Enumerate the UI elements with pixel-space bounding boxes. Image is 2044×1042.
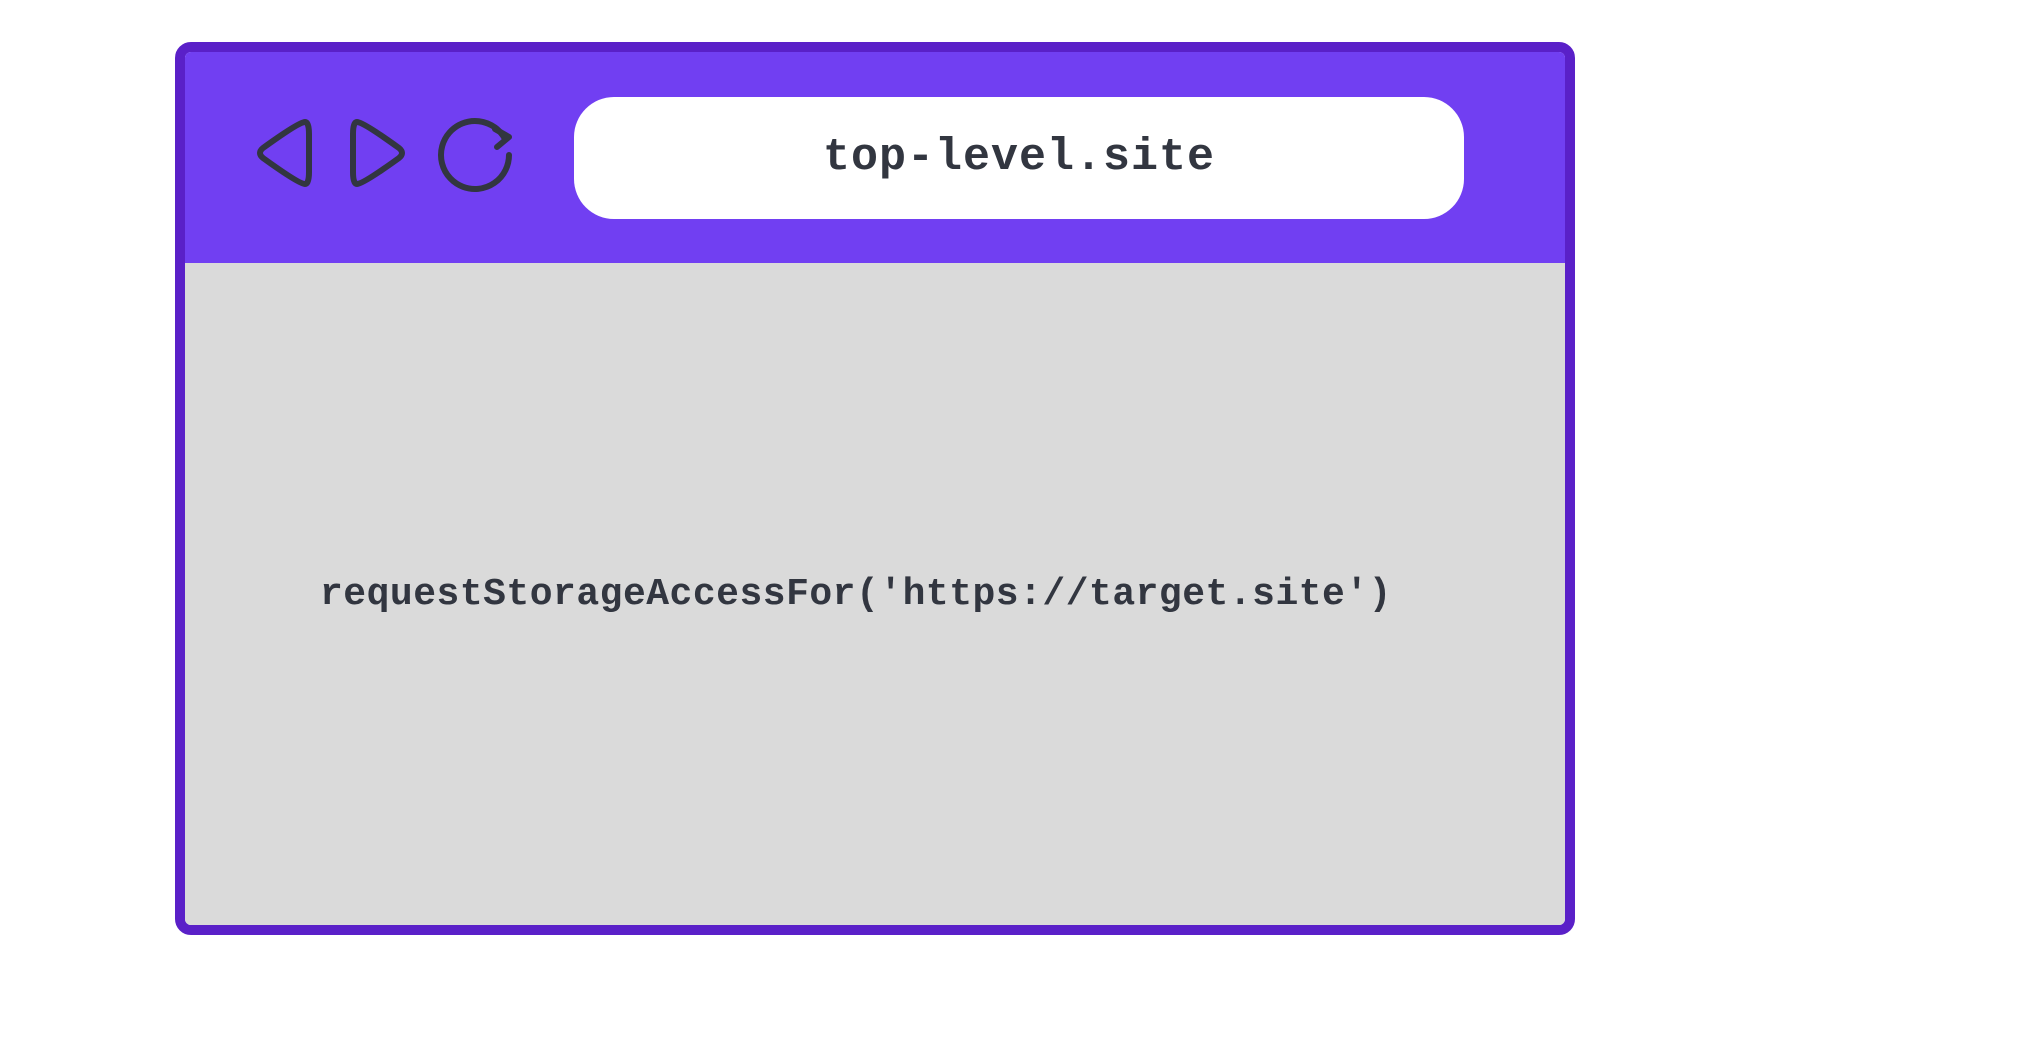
- browser-viewport: requestStorageAccessFor('https://target.…: [185, 263, 1565, 925]
- browser-window: top-level.site requestStorageAccessFor('…: [175, 42, 1575, 935]
- page-code-text: requestStorageAccessFor('https://target.…: [320, 573, 1392, 616]
- browser-toolbar: top-level.site: [185, 52, 1565, 263]
- reload-icon[interactable]: [435, 111, 519, 195]
- address-bar-text: top-level.site: [823, 132, 1215, 183]
- forward-icon[interactable]: [345, 114, 407, 192]
- address-bar[interactable]: top-level.site: [574, 97, 1464, 219]
- nav-icons-group: [255, 111, 519, 195]
- back-icon[interactable]: [255, 114, 317, 192]
